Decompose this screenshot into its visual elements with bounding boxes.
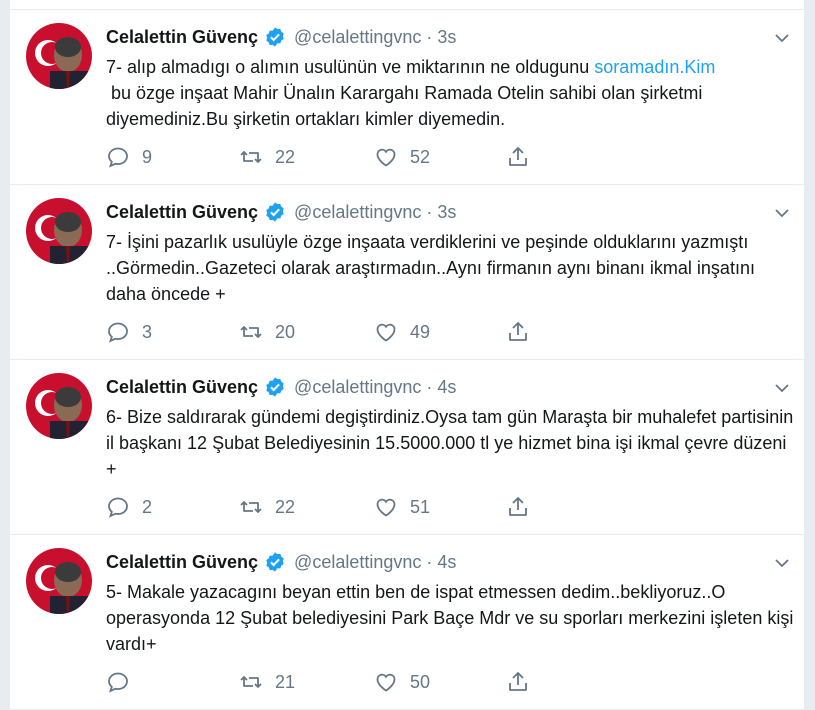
avatar[interactable] — [26, 198, 92, 264]
retweet-button[interactable]: 21 — [239, 669, 295, 695]
retweet-count: 22 — [275, 496, 296, 517]
chevron-down-icon[interactable] — [774, 555, 790, 571]
author-name[interactable]: Celalettin Güvenç — [106, 27, 258, 48]
chevron-down-icon[interactable] — [774, 380, 790, 396]
author-name[interactable]: Celalettin Güvenç — [106, 202, 258, 223]
heart-icon — [376, 498, 396, 517]
reply-count: 2 — [142, 496, 153, 517]
tweet[interactable]: Celalettin Güvenç @celalettingvnc · 4s 6… — [10, 360, 804, 535]
avatar-image — [26, 373, 92, 439]
like-button[interactable]: 49 — [374, 319, 430, 345]
tweet-header: Celalettin Güvenç @celalettingvnc · 4s — [106, 550, 456, 574]
reply-count: 3 — [142, 321, 153, 342]
avatar-image — [26, 23, 92, 89]
chevron-down-icon[interactable] — [774, 30, 790, 46]
tweet-text-part: 6- Bize saldırarak gündemi degiştirdiniz… — [106, 407, 799, 479]
retweet-count: 22 — [275, 146, 296, 167]
like-button[interactable]: 51 — [374, 494, 430, 520]
reply-button[interactable] — [106, 669, 142, 695]
verified-badge-icon — [266, 377, 284, 397]
tweet[interactable]: Celalettin Güvenç @celalettingvnc · 3s 7… — [10, 185, 804, 360]
separator-dot: · — [426, 26, 433, 47]
tweet-timestamp[interactable]: 4s — [437, 552, 456, 573]
tweet-header: Celalettin Güvenç @celalettingvnc · 4s — [106, 375, 456, 399]
like-count: 51 — [410, 496, 431, 517]
reply-button[interactable]: 9 — [106, 144, 152, 170]
reply-button[interactable]: 2 — [106, 494, 152, 520]
tweet[interactable]: Celalettin Güvenç @celalettingvnc · 3s 7… — [10, 10, 804, 185]
tweet-timestamp[interactable]: 4s — [437, 377, 456, 398]
author-handle[interactable]: @celalettingvnc — [294, 202, 421, 223]
share-button[interactable] — [506, 319, 530, 345]
reply-button[interactable]: 3 — [106, 319, 152, 345]
avatar-image — [26, 548, 92, 614]
like-count: 52 — [410, 146, 431, 167]
separator-dot: · — [426, 376, 433, 397]
retweet-button[interactable]: 22 — [239, 144, 295, 170]
tweet-actions: 3 20 49 — [106, 319, 546, 345]
avatar[interactable] — [26, 373, 92, 439]
tweet-timestamp[interactable]: 3s — [437, 202, 456, 223]
author-handle[interactable]: @celalettingvnc — [294, 27, 421, 48]
reply-icon — [108, 672, 128, 693]
share-icon — [509, 322, 527, 341]
share-button[interactable] — [506, 669, 530, 695]
tweet-timestamp[interactable]: 3s — [437, 27, 456, 48]
tweet-actions: 9 22 52 — [106, 144, 546, 170]
heart-icon — [376, 323, 396, 342]
retweet-button[interactable]: 20 — [239, 319, 295, 345]
chevron-down-icon[interactable] — [774, 205, 790, 221]
tweet-link[interactable]: soramadın.Kim — [594, 57, 715, 77]
tweet-header: Celalettin Güvenç @celalettingvnc · 3s — [106, 200, 456, 224]
like-button[interactable]: 52 — [374, 144, 430, 170]
retweet-icon — [240, 501, 262, 513]
avatar[interactable] — [26, 548, 92, 614]
heart-icon — [376, 148, 396, 167]
tweet-text: 6- Bize saldırarak gündemi degiştirdiniz… — [106, 404, 796, 482]
reply-count: 9 — [142, 146, 153, 167]
separator-dot: · — [426, 201, 433, 222]
retweet-icon — [240, 676, 262, 688]
author-handle[interactable]: @celalettingvnc — [294, 552, 421, 573]
tweet[interactable]: Celalettin Güvenç @celalettingvnc · 4s 5… — [10, 535, 804, 710]
tweet-text-part: 5- Makale yazacagını beyan ettin ben de … — [106, 582, 799, 654]
tweet-text: 7- İşini pazarlık usulüyle özge inşaata … — [106, 229, 796, 307]
author-name[interactable]: Celalettin Güvenç — [106, 377, 258, 398]
heart-icon — [376, 673, 396, 692]
avatar[interactable] — [26, 23, 92, 89]
timeline: Celalettin Güvenç @celalettingvnc · 3s 7… — [9, 0, 805, 710]
avatar-image — [26, 198, 92, 264]
tweet-text-part: 7- İşini pazarlık usulüyle özge inşaata … — [106, 232, 760, 304]
reply-icon — [108, 147, 128, 168]
retweet-count: 21 — [275, 671, 296, 692]
tweet-text: 7- alıp almadıgı o alımın usulünün ve mi… — [106, 54, 796, 132]
like-count: 50 — [410, 671, 431, 692]
timeline-top-gap — [10, 0, 804, 10]
share-button[interactable] — [506, 494, 530, 520]
tweet-text-part: 7- alıp almadıgı o alımın usulünün ve mi… — [106, 57, 595, 77]
retweet-icon — [240, 151, 262, 163]
tweet-actions: 2 22 51 — [106, 494, 546, 520]
author-name[interactable]: Celalettin Güvenç — [106, 552, 258, 573]
tweet-header: Celalettin Güvenç @celalettingvnc · 3s — [106, 25, 456, 49]
share-icon — [509, 672, 527, 691]
reply-icon — [108, 322, 128, 343]
verified-badge-icon — [266, 202, 284, 222]
separator-dot: · — [426, 551, 433, 572]
tweet-text-part: bu özge inşaat Mahir Ünalın Karargahı Ra… — [106, 83, 703, 129]
author-handle[interactable]: @celalettingvnc — [294, 377, 421, 398]
verified-badge-icon — [266, 27, 284, 47]
like-count: 49 — [410, 321, 431, 342]
tweet-actions: 21 50 — [106, 669, 546, 695]
share-icon — [509, 147, 527, 166]
tweet-text: 5- Makale yazacagını beyan ettin ben de … — [106, 579, 796, 657]
retweet-button[interactable]: 22 — [239, 494, 295, 520]
share-button[interactable] — [506, 144, 530, 170]
retweet-icon — [240, 326, 262, 338]
verified-badge-icon — [266, 552, 284, 572]
reply-icon — [108, 497, 128, 518]
share-icon — [509, 497, 527, 516]
like-button[interactable]: 50 — [374, 669, 430, 695]
retweet-count: 20 — [275, 321, 296, 342]
